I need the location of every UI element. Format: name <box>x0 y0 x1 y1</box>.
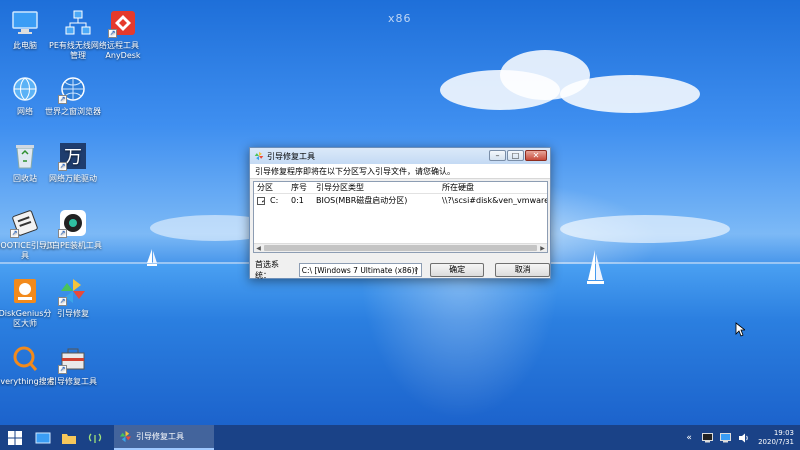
desktop-icon-label: 引导修复工具 <box>49 377 97 386</box>
table-row[interactable]: ✓ C: 0:1 BIOS(MBR磁盘启动分区) \\?\scsi#disk&ve… <box>254 194 547 207</box>
desktop-icon-browser[interactable]: ↗ 世界之窗浏览器 <box>43 74 103 117</box>
pinwheel-icon <box>119 430 132 443</box>
computer-icon <box>12 11 38 34</box>
ok-button[interactable]: 确定 <box>429 263 485 277</box>
cancel-button[interactable]: 取消 <box>495 263 550 277</box>
diskgenius-icon <box>14 279 36 303</box>
column-header-type[interactable]: 引导分区类型 <box>313 182 439 193</box>
wireless-icon <box>88 433 102 443</box>
scroll-right-icon[interactable]: ▶ <box>538 245 547 252</box>
mouse-pointer-icon <box>735 322 745 337</box>
globe-icon <box>13 77 37 101</box>
chevron-left-icon[interactable]: « <box>682 431 696 445</box>
pinwheel-icon <box>254 151 264 161</box>
dialog-titlebar[interactable]: 引导修复工具 – □ ✕ <box>250 148 550 164</box>
desktop-icon-boot-repair-tool[interactable]: ↗ 引导修复工具 <box>43 344 103 387</box>
clock-date: 2020/7/31 <box>758 437 794 446</box>
desktop-icon-anydesk[interactable]: ↗ 远程工具AnyDesk <box>93 8 153 61</box>
type-cell: BIOS(MBR磁盘启动分区) <box>316 196 408 205</box>
windows-logo-icon <box>8 430 22 445</box>
disk-cell: \\?\scsi#disk&ven_vmware_& <box>442 196 547 205</box>
scroll-left-icon[interactable]: ◀ <box>254 245 263 252</box>
cloud <box>560 75 700 113</box>
desktop-icon-label: 小白PE装机工具 <box>44 241 102 250</box>
maximize-button[interactable]: □ <box>507 150 524 161</box>
close-button[interactable]: ✕ <box>525 150 547 161</box>
scroll-thumb[interactable] <box>264 245 537 251</box>
dialog-footer: 首选系统： C:\ [Windows 7 Ultimate (x86)] ∨ 确… <box>255 259 550 281</box>
boot-repair-dialog: 引导修复工具 – □ ✕ 引导修复程序即将在以下分区写入引导文件，请您确认。 分… <box>249 147 551 281</box>
clock[interactable]: 19:03 2020/7/31 <box>758 429 794 447</box>
start-button[interactable] <box>0 425 30 450</box>
desktop-icon-xiaobai-pe[interactable]: ↗ 小白PE装机工具 <box>43 208 103 251</box>
taskbar-explorer-button[interactable] <box>56 425 82 450</box>
partition-list: 分区 序号 引导分区类型 所在硬盘 ✓ C: 0:1 BIOS(MBR磁盘启动分区… <box>253 181 548 253</box>
partition-letter: C: <box>270 196 279 205</box>
desktop-icon <box>35 432 51 443</box>
desktop-icon-label: 网络万能驱动 <box>49 174 97 183</box>
dialog-title: 引导修复工具 <box>267 151 315 161</box>
sun-reflection <box>360 270 560 420</box>
column-header-partition[interactable]: 分区 <box>254 182 288 193</box>
display-icon[interactable] <box>700 431 714 445</box>
desktop-icon-label: 远程工具AnyDesk <box>105 41 141 60</box>
taskbar: 引导修复工具 « 19:03 2020/7/31 <box>0 425 800 450</box>
sailboat-icon <box>147 249 157 266</box>
desktop-icon-this-pc[interactable]: 此电脑 <box>0 8 55 51</box>
preferred-system-label: 首选系统： <box>255 260 279 280</box>
taskbar-app-label: 引导修复工具 <box>136 432 184 441</box>
taskbar-desktop-button[interactable] <box>30 425 56 450</box>
desktop-icon-label: 此电脑 <box>13 41 37 50</box>
clock-time: 19:03 <box>773 428 794 437</box>
list-header: 分区 序号 引导分区类型 所在硬盘 <box>254 182 547 194</box>
volume-icon[interactable] <box>736 431 750 445</box>
horizontal-scrollbar[interactable]: ◀ ▶ <box>254 243 547 252</box>
system-tray: « 19:03 2020/7/31 <box>680 425 800 450</box>
taskbar-network-button[interactable] <box>82 425 108 450</box>
taskbar-app-boot-repair[interactable]: 引导修复工具 <box>114 425 214 450</box>
desktop-icon-boot-repair[interactable]: ↗ 引导修复 <box>43 276 103 319</box>
network-status-icon[interactable] <box>718 431 732 445</box>
network-manager-icon <box>65 10 91 35</box>
watermark: x86 <box>388 12 412 25</box>
chevron-down-icon: ∨ <box>413 266 419 274</box>
sailboat-icon <box>587 250 604 284</box>
desktop-icon-label: 世界之窗浏览器 <box>45 107 101 116</box>
folder-icon <box>62 433 76 444</box>
partition-cell: ✓ C: <box>254 196 288 205</box>
column-header-index[interactable]: 序号 <box>288 182 313 193</box>
partition-checkbox[interactable]: ✓ <box>257 196 265 205</box>
minimize-button[interactable]: – <box>489 150 506 161</box>
recycle-bin-icon <box>16 145 34 169</box>
desktop-icon-driver[interactable]: 万 ↗ 网络万能驱动 <box>43 141 103 184</box>
everything-search-icon <box>13 346 38 371</box>
cloud <box>560 215 730 243</box>
index-cell: 0:1 <box>291 196 304 205</box>
preferred-system-select[interactable]: C:\ [Windows 7 Ultimate (x86)] ∨ <box>298 263 422 277</box>
column-header-disk[interactable]: 所在硬盘 <box>439 182 547 193</box>
select-value: C:\ [Windows 7 Ultimate (x86)] <box>301 265 418 275</box>
desktop-icon-label: 引导修复 <box>57 309 89 318</box>
dialog-message: 引导修复程序即将在以下分区写入引导文件，请您确认。 <box>250 164 550 179</box>
